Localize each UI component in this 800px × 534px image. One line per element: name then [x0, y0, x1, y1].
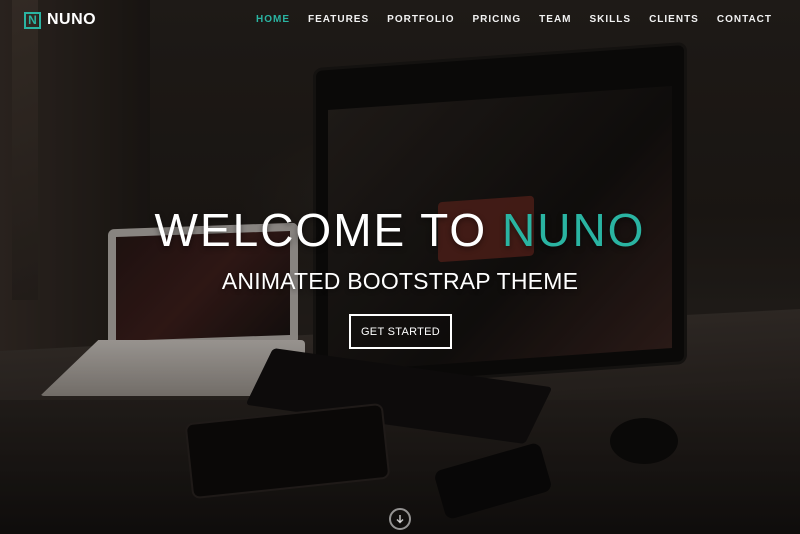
- arrow-down-icon: [396, 515, 404, 524]
- main-nav: HOME FEATURES PORTFOLIO PRICING TEAM SKI…: [238, 13, 772, 27]
- nav-item-skills[interactable]: SKILLS: [590, 13, 632, 27]
- hero-subheadline: ANIMATED BOOTSTRAP THEME: [221, 268, 579, 294]
- get-started-button[interactable]: GET STARTED: [349, 314, 452, 349]
- brand-n-icon: N: [24, 11, 41, 29]
- nav-item-pricing[interactable]: PRICING: [473, 13, 522, 27]
- brand-logo[interactable]: N NUNO: [24, 9, 96, 31]
- nav-item-portfolio[interactable]: PORTFOLIO: [387, 13, 454, 27]
- nav-item-features[interactable]: FEATURES: [308, 13, 369, 27]
- hero-headline: WELCOME TO NUNO: [0, 204, 800, 256]
- nav-item-contact[interactable]: CONTACT: [717, 13, 772, 27]
- nav-item-home[interactable]: HOME: [256, 13, 290, 27]
- nav-item-clients[interactable]: CLIENTS: [649, 13, 699, 27]
- hero-headline-accent: NUNO: [502, 204, 646, 256]
- nav-item-team[interactable]: TEAM: [539, 13, 571, 27]
- arrow-down-circle-icon[interactable]: [389, 508, 411, 530]
- navbar: N NUNO HOME FEATURES PORTFOLIO PRICING T…: [0, 0, 800, 40]
- hero-headline-prefix: WELCOME TO: [154, 204, 502, 256]
- brand-name: NUNO: [47, 11, 97, 28]
